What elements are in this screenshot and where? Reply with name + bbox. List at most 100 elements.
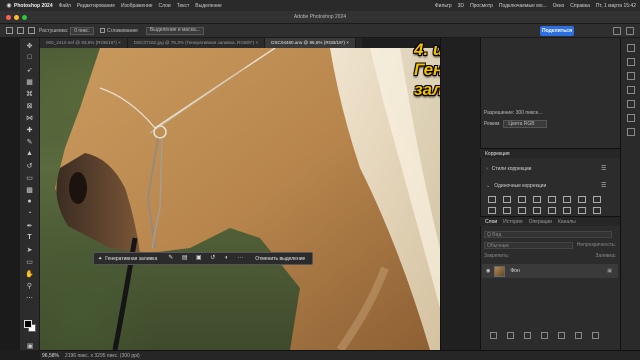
channel-mixer-icon[interactable] (503, 207, 511, 214)
crop-tool-icon[interactable]: ⌘ (24, 89, 36, 98)
layer-kind-filter[interactable]: Q Вид (484, 230, 612, 238)
exposure-icon[interactable] (533, 196, 541, 203)
object-select-icon[interactable]: ▦ (24, 77, 36, 86)
minimize-window-button[interactable] (14, 15, 19, 20)
deselect-button[interactable]: Отменить выделение (255, 256, 305, 262)
more-tools-icon[interactable]: ⋯ (24, 293, 36, 302)
zoom-tool-icon[interactable]: ⚲ (24, 281, 36, 290)
color-lookup-icon[interactable] (518, 207, 526, 214)
apple-icon[interactable]: ◉ (4, 2, 14, 9)
menu-text[interactable]: Текст (177, 3, 190, 9)
brush-tool-icon[interactable]: ✎ (24, 137, 36, 146)
quick-mask-icon[interactable]: ▣ (24, 341, 36, 350)
tab-document-1[interactable]: 000_2410.nef @ 83,6% (RGB/16*) × (40, 38, 128, 48)
history-panel-icon[interactable] (626, 128, 635, 136)
menu-window[interactable]: Окно (553, 3, 565, 9)
menu-edit[interactable]: Редактирование (77, 3, 115, 9)
zoom-level[interactable]: 96,58% (42, 353, 59, 359)
invert-icon[interactable] (533, 207, 541, 214)
tab-document-2[interactable]: DSC07162.jpg @ 76,3% (Генеративная залив… (127, 38, 266, 48)
threshold-icon[interactable] (563, 207, 571, 214)
menu-plugins[interactable]: Подключаемые мо... (499, 3, 547, 9)
zoom-window-button[interactable] (22, 15, 27, 20)
dodge-tool-icon[interactable]: ◔ (24, 209, 36, 218)
color-panel-icon[interactable] (626, 86, 635, 94)
lasso-tool-icon[interactable]: ➶ (24, 65, 36, 74)
lasso-tool-icon[interactable] (17, 27, 24, 34)
hue-saturation-icon[interactable] (563, 196, 571, 203)
tab-actions[interactable]: Операции (529, 219, 552, 225)
invert-selection-icon[interactable]: ▤ (181, 255, 188, 262)
more-options-icon[interactable]: ··· (237, 255, 244, 262)
frame-tool-icon[interactable]: ⊠ (24, 101, 36, 110)
menu-view[interactable]: Просмотр (470, 3, 493, 9)
blur-tool-icon[interactable]: ● (24, 197, 36, 206)
visibility-eye-icon[interactable]: ◉ (486, 268, 490, 274)
menu-select[interactable]: Выделение (195, 3, 222, 9)
marquee-tool-icon[interactable]: □ (24, 53, 36, 62)
brushes-panel-icon[interactable] (626, 114, 635, 122)
search-icon[interactable] (613, 27, 621, 35)
path-select-icon[interactable]: ➤ (24, 245, 36, 254)
menu-filter[interactable]: Фильтр (435, 3, 452, 9)
mode-select[interactable]: Цвета RGB (503, 120, 548, 128)
clone-stamp-icon[interactable]: ▲ (24, 149, 36, 158)
posterize-icon[interactable] (548, 207, 556, 214)
menu-help[interactable]: Справка (570, 3, 590, 9)
adjustments-panel-icon[interactable] (626, 58, 635, 66)
foreground-color-swatch[interactable] (24, 320, 32, 328)
properties-panel-icon[interactable] (626, 44, 635, 52)
menu-layers[interactable]: Слои (159, 3, 171, 9)
lock-icon[interactable]: ▣ (607, 268, 612, 274)
tab-layers[interactable]: Слои (485, 219, 497, 225)
group-icon[interactable] (558, 332, 565, 339)
tab-history[interactable]: История (503, 219, 522, 225)
menu-file[interactable]: Файл (59, 3, 71, 9)
history-brush-icon[interactable]: ↺ (24, 161, 36, 170)
gradient-map-icon[interactable] (578, 207, 586, 214)
adjustment-presets-row[interactable]: › Стили коррекции (486, 166, 610, 172)
share-button[interactable]: Поделиться (540, 26, 574, 36)
transform-icon[interactable]: ↺ (209, 255, 216, 262)
select-and-mask-button[interactable]: Выделение и маска... (145, 26, 204, 35)
curves-icon[interactable] (518, 196, 526, 203)
antialias-checkbox[interactable]: Сглаживание (100, 28, 138, 34)
gradient-tool-icon[interactable]: ▩ (24, 185, 36, 194)
vibrance-icon[interactable] (548, 196, 556, 203)
healing-brush-icon[interactable]: ✚ (24, 125, 36, 134)
selection-mode-icon[interactable] (28, 27, 35, 34)
presets-menu-icon[interactable]: ☰ (601, 165, 607, 172)
black-white-icon[interactable] (593, 196, 601, 203)
tab-document-3[interactable]: DSC04460.arw @ 96,6% (RGB/16*) × (265, 38, 356, 48)
menu-3d[interactable]: 3D (458, 3, 464, 9)
blend-mode-select[interactable]: Обычные (484, 241, 573, 249)
menu-image[interactable]: Изображение (121, 3, 153, 9)
color-balance-icon[interactable] (578, 196, 586, 203)
workspace-icon[interactable] (626, 27, 634, 35)
libraries-panel-icon[interactable] (626, 72, 635, 80)
single-menu-icon[interactable]: ☰ (601, 182, 607, 189)
hand-tool-icon[interactable]: ✋ (24, 269, 36, 278)
fill-icon[interactable]: ◐ (223, 255, 230, 262)
photo-filter-icon[interactable] (488, 207, 496, 214)
adjustment-layer-icon[interactable] (541, 332, 548, 339)
swatches-panel-icon[interactable] (626, 100, 635, 108)
type-tool-icon[interactable]: T (24, 233, 36, 242)
delete-layer-icon[interactable] (592, 332, 599, 339)
selective-color-icon[interactable] (593, 207, 601, 214)
shape-tool-icon[interactable]: ▭ (24, 257, 36, 266)
add-mask-icon[interactable] (524, 332, 531, 339)
layer-style-icon[interactable] (507, 332, 514, 339)
brush-icon[interactable]: ✎ (167, 255, 174, 262)
pen-tool-icon[interactable]: ✒ (24, 221, 36, 230)
levels-icon[interactable] (503, 196, 511, 203)
eraser-icon[interactable]: ▭ (24, 173, 36, 182)
mask-icon[interactable]: ▣ (195, 255, 202, 262)
single-adjustments-row[interactable]: ⌄ Одиночные коррекции (486, 183, 610, 189)
new-layer-icon[interactable] (575, 332, 582, 339)
move-tool-icon[interactable]: ✥ (24, 41, 36, 50)
document-canvas[interactable] (40, 48, 440, 350)
tab-channels[interactable]: Каналы (558, 219, 576, 225)
app-menu[interactable]: Photoshop 2024 (14, 3, 53, 9)
link-layers-icon[interactable] (490, 332, 497, 339)
